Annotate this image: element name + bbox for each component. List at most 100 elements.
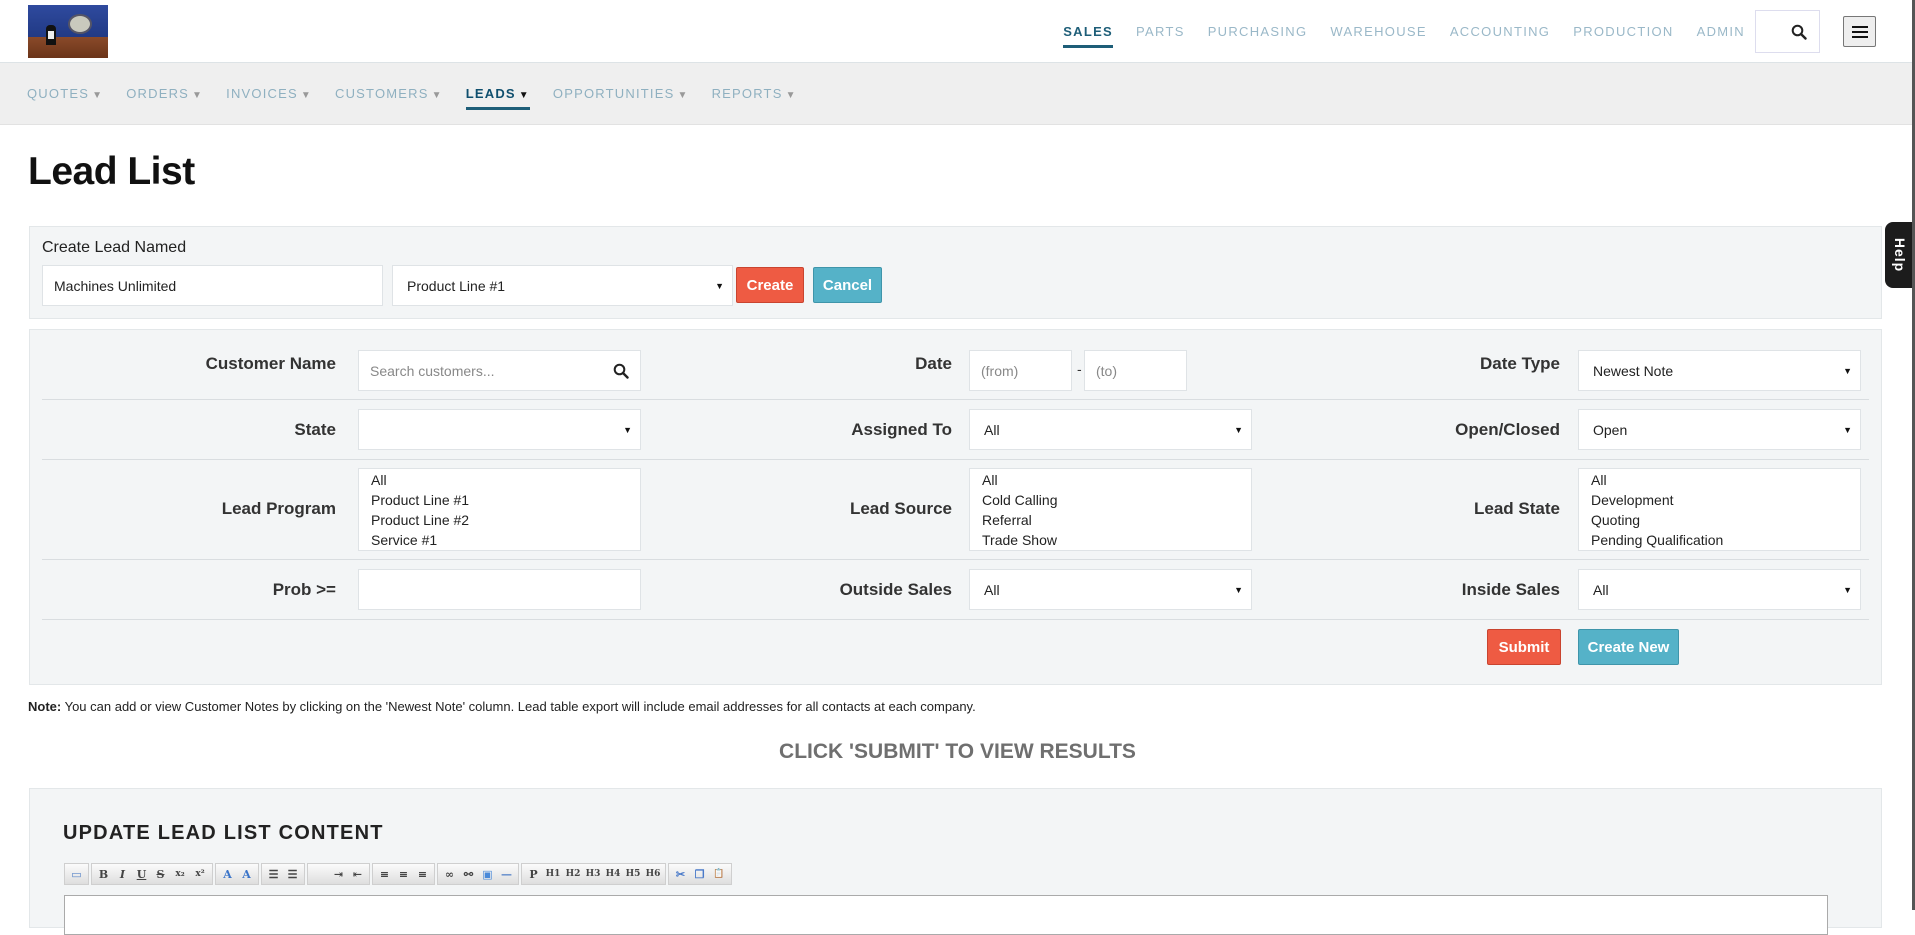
top-nav-purchasing[interactable]: PURCHASING <box>1208 18 1308 45</box>
page-title: Lead List <box>28 150 195 193</box>
italic-icon[interactable]: I <box>113 865 132 883</box>
bold-icon[interactable]: B <box>94 865 113 883</box>
lead-source-option[interactable]: Cold Calling <box>982 490 1239 510</box>
copy-icon[interactable]: ❐ <box>690 865 709 883</box>
link-icon[interactable]: ∞ <box>440 865 459 883</box>
toolbar-group: ☰ ☰ <box>261 863 305 885</box>
lead-source-option[interactable]: All <box>982 470 1239 490</box>
outdent-icon[interactable]: ⇤ <box>348 865 367 883</box>
align-center-icon[interactable]: ≡ <box>394 865 413 883</box>
lead-name-input[interactable]: Machines Unlimited <box>42 265 383 306</box>
align-left-icon[interactable]: ≡ <box>375 865 394 883</box>
h2-icon[interactable]: H2 <box>563 865 583 883</box>
h6-icon[interactable]: H6 <box>643 865 663 883</box>
sub-nav-label: ORDERS <box>126 86 190 101</box>
h5-icon[interactable]: H5 <box>623 865 643 883</box>
lead-state-option[interactable]: Quoting <box>1591 510 1848 530</box>
horizontal-rule-icon[interactable]: — <box>497 865 516 883</box>
open-closed-select[interactable]: Open ▼ <box>1578 409 1861 450</box>
lead-source-option[interactable]: Referral <box>982 510 1239 530</box>
sub-nav-customers[interactable]: CUSTOMERS ▼ <box>335 82 443 105</box>
dropdown-arrow-icon: ▼ <box>1843 424 1852 435</box>
sub-nav-label: LEADS <box>465 86 516 101</box>
remove-font-icon[interactable]: A <box>237 865 256 883</box>
indent-icon[interactable]: ⇥ <box>329 865 348 883</box>
top-nav-sales[interactable]: SALES <box>1063 18 1113 48</box>
paste-icon[interactable]: 📋 <box>709 865 729 883</box>
help-tab[interactable]: Help <box>1885 222 1915 288</box>
lead-program-listbox[interactable]: All Product Line #1 Product Line #2 Serv… <box>358 468 641 551</box>
company-logo[interactable] <box>28 5 108 58</box>
sub-nav: QUOTES ▼ ORDERS ▼ INVOICES ▼ CUSTOMERS ▼ LEA… <box>0 63 1915 125</box>
submit-button[interactable]: Submit <box>1487 629 1561 665</box>
sub-nav-leads[interactable]: LEADS ▼ <box>465 82 531 110</box>
ordered-list-icon[interactable]: ☰ <box>264 865 283 883</box>
align-right-icon[interactable]: ≡ <box>413 865 432 883</box>
html-icon[interactable]: ▭ <box>67 865 86 883</box>
sub-nav-label: INVOICES <box>226 86 298 101</box>
lead-state-option[interactable]: Development <box>1591 490 1848 510</box>
state-select[interactable]: ▼ <box>358 409 641 450</box>
main-menu-button[interactable] <box>1843 16 1876 47</box>
lead-program-option[interactable]: Product Line #1 <box>371 490 628 510</box>
sub-nav-invoices[interactable]: INVOICES ▼ <box>226 82 312 105</box>
paragraph-icon[interactable]: P <box>524 865 543 883</box>
image-icon[interactable]: ▣ <box>478 865 497 883</box>
sub-nav-reports[interactable]: REPORTS ▼ <box>712 82 797 105</box>
subscript-icon[interactable]: x₂ <box>170 865 190 883</box>
toolbar-group: ∞ ⚯ ▣ — <box>437 863 519 885</box>
lead-source-option[interactable]: Trade Show <box>982 530 1239 550</box>
caret-down-icon: ▼ <box>92 90 104 101</box>
h3-icon[interactable]: H3 <box>583 865 603 883</box>
underline-icon[interactable]: U <box>132 865 151 883</box>
lead-source-listbox[interactable]: All Cold Calling Referral Trade Show <box>969 468 1252 551</box>
h4-icon[interactable]: H4 <box>603 865 623 883</box>
top-nav-parts[interactable]: PARTS <box>1136 18 1185 45</box>
blank-icon[interactable] <box>310 865 329 883</box>
sub-nav-opportunities[interactable]: OPPORTUNITIES ▼ <box>553 82 689 105</box>
filter-row-3: Lead Program All Product Line #1 Product… <box>42 460 1869 560</box>
global-search-button[interactable] <box>1755 10 1820 53</box>
unordered-list-icon[interactable]: ☰ <box>283 865 302 883</box>
assigned-to-select[interactable]: All ▼ <box>969 409 1252 450</box>
date-to-input[interactable]: (to) <box>1084 350 1187 391</box>
editor-textarea[interactable] <box>64 895 1828 935</box>
prob-input[interactable] <box>358 569 641 610</box>
lead-program-option[interactable]: All <box>371 470 628 490</box>
sub-nav-orders[interactable]: ORDERS ▼ <box>126 82 203 105</box>
lead-state-option[interactable]: All <box>1591 470 1848 490</box>
add-font-icon[interactable]: A <box>218 865 237 883</box>
lead-program-option[interactable]: Service #1 <box>371 530 628 550</box>
h1-icon[interactable]: H1 <box>543 865 563 883</box>
outside-sales-select[interactable]: All ▼ <box>969 569 1252 610</box>
customer-search-placeholder: Search customers... <box>370 362 495 379</box>
unlink-icon[interactable]: ⚯ <box>459 865 478 883</box>
create-button[interactable]: Create <box>736 267 804 303</box>
caret-down-icon: ▼ <box>518 90 530 101</box>
top-nav-production[interactable]: PRODUCTION <box>1573 18 1673 45</box>
date-from-input[interactable]: (from) <box>969 350 1072 391</box>
strikethrough-icon[interactable]: S <box>151 865 170 883</box>
top-nav-accounting[interactable]: ACCOUNTING <box>1450 18 1550 45</box>
lead-state-listbox[interactable]: All Development Quoting Pending Qualific… <box>1578 468 1861 551</box>
note-prefix: Note: <box>28 699 62 714</box>
lead-program-option[interactable]: Product Line #2 <box>371 510 628 530</box>
customer-search-input[interactable]: Search customers... <box>358 350 641 391</box>
lead-program-select[interactable]: Product Line #1 ▼ <box>392 265 733 306</box>
filter-row-2: State ▼ Assigned To All ▼ Open/Closed Op… <box>42 400 1869 460</box>
dropdown-arrow-icon: ▼ <box>1843 584 1852 595</box>
superscript-icon[interactable]: x² <box>190 865 210 883</box>
lead-filter-panel: Customer Name Search customers... Date (… <box>29 329 1882 685</box>
top-nav-warehouse[interactable]: WAREHOUSE <box>1330 18 1426 45</box>
inside-sales-select[interactable]: All ▼ <box>1578 569 1861 610</box>
lead-source-label: Lead Source <box>849 499 952 518</box>
date-type-select[interactable]: Newest Note ▼ <box>1578 350 1861 391</box>
create-new-button[interactable]: Create New <box>1578 629 1679 665</box>
sub-nav-label: REPORTS <box>711 86 783 101</box>
cut-icon[interactable]: ✂ <box>671 865 690 883</box>
top-nav-admin[interactable]: ADMIN <box>1697 18 1745 45</box>
sub-nav-quotes[interactable]: QUOTES ▼ <box>27 82 103 105</box>
lead-state-option[interactable]: Pending Qualification <box>1591 530 1848 550</box>
cancel-button[interactable]: Cancel <box>813 267 882 303</box>
search-icon[interactable] <box>613 363 629 379</box>
